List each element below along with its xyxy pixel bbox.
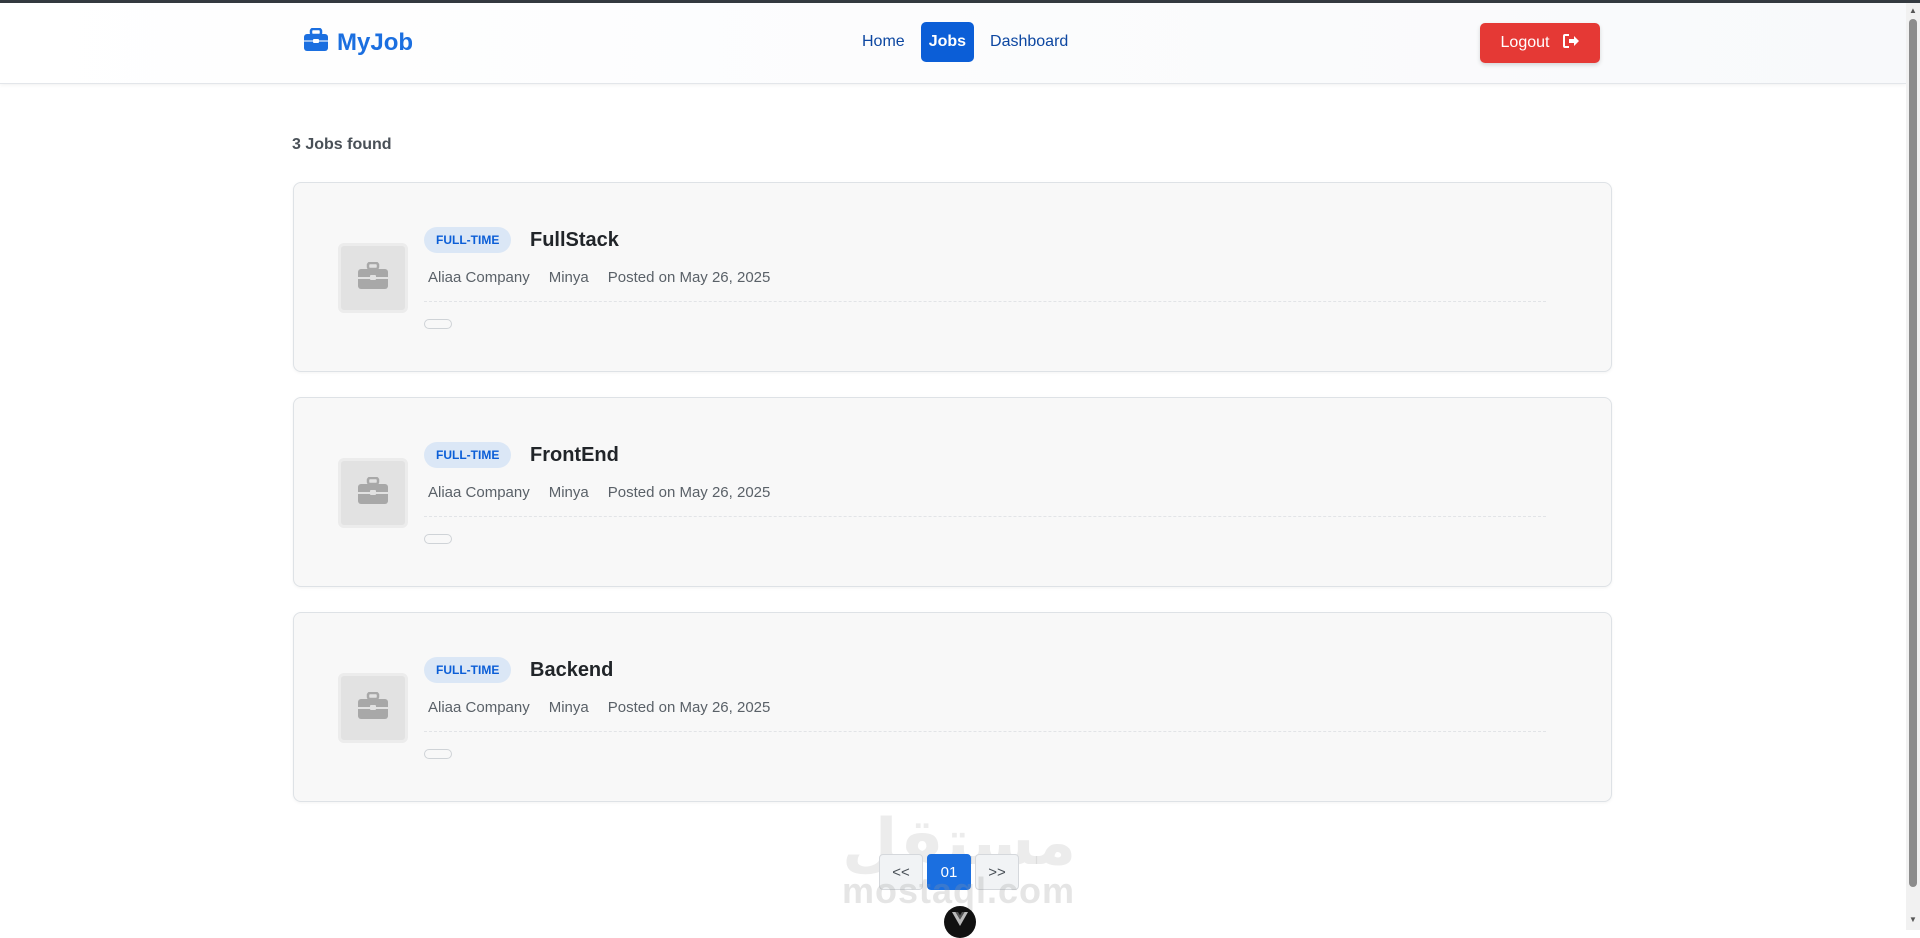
results-count: 3 Jobs found [292,136,392,153]
empty-tag-pill [424,319,452,329]
briefcase-icon [303,27,329,57]
job-type-badge: FULL-TIME [424,442,512,468]
nav-home-link[interactable]: Home [854,22,913,62]
job-type-badge: FULL-TIME [424,227,512,253]
job-location: Minya [548,484,589,501]
card-divider [424,516,1546,517]
job-title[interactable]: FullStack [530,229,619,252]
company-logo-placeholder [338,673,408,743]
company-logo-placeholder [338,458,408,528]
job-title[interactable]: FrontEnd [530,444,619,467]
empty-tag-pill [424,534,452,544]
job-type-badge: FULL-TIME [424,657,512,683]
briefcase-icon [357,261,389,295]
nav-dashboard-link[interactable]: Dashboard [982,22,1076,62]
company-name: Aliaa Company [428,484,530,501]
company-name: Aliaa Company [428,269,530,286]
scrollbar-thumb[interactable] [1909,19,1917,887]
vue-devtools-icon[interactable] [944,906,976,938]
main-nav: Home Jobs Dashboard [850,22,1080,62]
job-location: Minya [548,699,589,716]
logout-button[interactable]: Logout [1480,23,1600,63]
scroll-up-arrow-icon[interactable]: ▲ [1908,6,1918,16]
empty-tag-pill [424,749,452,759]
navbar: MyJob Home Jobs Dashboard Logout [0,3,1906,84]
job-card[interactable]: FULL-TIME FullStack Aliaa Company Minya … [293,182,1612,372]
posted-date: Posted on May 26, 2025 [607,269,771,286]
company-name: Aliaa Company [428,699,530,716]
brand-logo[interactable]: MyJob [303,27,414,57]
briefcase-icon [357,476,389,510]
card-divider [424,731,1546,732]
job-card[interactable]: FULL-TIME Backend Aliaa Company Minya Po… [293,612,1612,802]
job-meta: Aliaa Company Minya Posted on May 26, 20… [428,269,770,286]
nav-jobs-link[interactable]: Jobs [920,22,975,62]
posted-date: Posted on May 26, 2025 [607,699,771,716]
job-title[interactable]: Backend [530,659,613,682]
logout-label: Logout [1500,34,1550,51]
job-card[interactable]: FULL-TIME FrontEnd Aliaa Company Minya P… [293,397,1612,587]
job-meta: Aliaa Company Minya Posted on May 26, 20… [428,484,770,501]
brand-name: MyJob [337,28,414,56]
posted-date: Posted on May 26, 2025 [607,484,771,501]
job-location: Minya [548,269,589,286]
briefcase-icon [357,691,389,725]
company-logo-placeholder [338,243,408,313]
job-meta: Aliaa Company Minya Posted on May 26, 20… [428,699,770,716]
scroll-down-arrow-icon[interactable]: ▼ [1908,915,1918,925]
card-divider [424,301,1546,302]
sign-out-icon [1563,33,1580,53]
